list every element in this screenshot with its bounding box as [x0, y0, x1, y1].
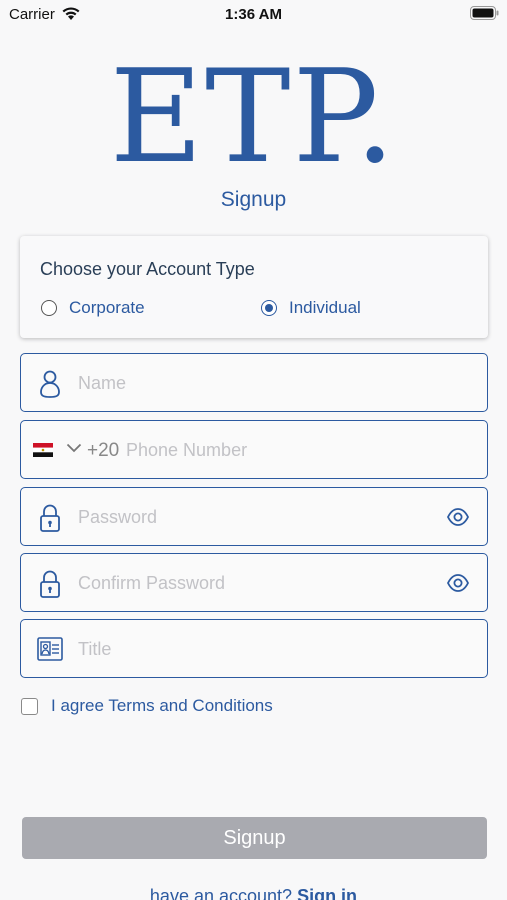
logo-dot: .	[354, 43, 398, 192]
chevron-down-icon[interactable]	[66, 443, 82, 453]
name-field[interactable]	[20, 353, 488, 412]
status-bar: Carrier 1:36 AM	[0, 0, 507, 30]
radio-corporate-label: Corporate	[69, 298, 145, 317]
eye-icon[interactable]	[447, 507, 469, 527]
radio-button-icon[interactable]	[41, 300, 57, 316]
radio-individual[interactable]: Individual	[261, 298, 361, 318]
phone-input[interactable]	[126, 435, 466, 465]
password-field[interactable]	[20, 487, 488, 546]
page-title: Signup	[220, 188, 287, 211]
egypt-flag-icon[interactable]	[33, 443, 53, 457]
account-type-card: Choose your Account Type Corporate Indiv…	[20, 236, 488, 338]
phone-field[interactable]: +20	[20, 420, 488, 479]
title-input[interactable]	[78, 634, 468, 664]
id-card-icon	[37, 637, 63, 661]
agree-checkbox[interactable]	[21, 697, 38, 715]
confirm-password-field[interactable]	[20, 553, 488, 612]
account-type-title: Choose your Account Type	[40, 259, 255, 279]
lock-icon	[40, 570, 60, 598]
status-time: 1:36 AM	[225, 6, 282, 23]
eye-icon[interactable]	[447, 573, 469, 593]
name-input[interactable]	[78, 368, 468, 398]
logo-text: ETP	[109, 43, 355, 192]
signin-row: have an account? Sign in	[0, 886, 507, 900]
signin-link[interactable]: Sign in	[297, 886, 357, 900]
lock-icon	[40, 504, 60, 532]
confirm-password-input[interactable]	[78, 568, 428, 598]
title-field[interactable]	[20, 619, 488, 678]
agree-terms-row[interactable]: I agree Terms and Conditions	[21, 696, 273, 716]
radio-corporate[interactable]: Corporate	[41, 298, 145, 318]
dial-code[interactable]: +20	[87, 440, 119, 462]
user-icon	[40, 370, 60, 398]
app-logo: ETP.	[0, 48, 507, 188]
battery-icon	[470, 6, 499, 20]
radio-button-selected-icon[interactable]	[261, 300, 277, 316]
radio-individual-label: Individual	[289, 298, 361, 317]
password-input[interactable]	[78, 502, 428, 532]
signup-button[interactable]: Signup	[22, 817, 487, 859]
signin-prompt: have an account?	[149, 886, 293, 900]
agree-terms-label[interactable]: I agree Terms and Conditions	[51, 696, 273, 716]
